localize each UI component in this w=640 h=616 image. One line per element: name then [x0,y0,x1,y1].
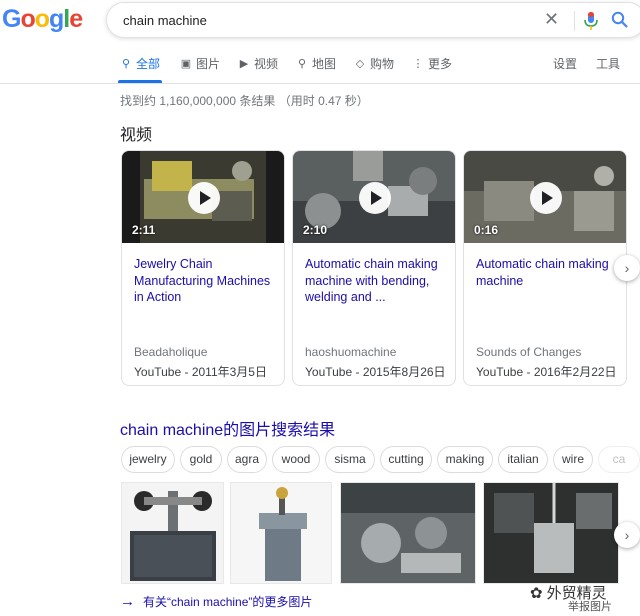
image-result[interactable] [340,482,476,584]
video-card[interactable]: 2:11 Jewelry Chain Manufacturing Machine… [121,150,285,386]
tab-label: 图片 [196,57,221,71]
chevron-right-icon[interactable]: › [614,522,640,548]
tab-videos[interactable]: ▶ 视频 [238,55,278,72]
microphone-icon[interactable] [583,11,599,31]
result-stats: 找到约 1,160,000,000 条结果 （用时 0.47 秒） [120,94,369,108]
image-filter-chip[interactable]: gold [180,446,222,473]
tag-icon: ◇ [355,58,365,70]
arrow-right-icon: → [120,593,135,610]
image-filter-chip[interactable]: agra [227,446,267,473]
videos-section-title: 视频 [120,127,153,144]
header: Google chain machine ✕ ⚲ 全部 ▣ 图片 ▶ 视频 ⚲ … [0,0,640,84]
wechat-icon: ✿ [530,584,543,602]
google-logo[interactable]: Google [2,5,83,34]
image-result[interactable] [483,482,619,584]
image-filter-chip[interactable]: sisma [325,446,375,473]
tab-more[interactable]: ⋮ 更多 [412,55,453,72]
play-icon [530,182,562,214]
video-meta: YouTube - 2016年2月22日 [476,365,617,379]
search-input[interactable]: chain machine [123,13,207,28]
video-title[interactable]: Automatic chain making machine [476,256,618,289]
image-filter-chip[interactable]: wire [553,446,593,473]
image-icon: ▣ [180,58,192,70]
video-meta: YouTube - 2011年3月5日 [134,365,267,379]
divider [574,11,575,31]
image-filter-chip[interactable]: cutting [380,446,432,473]
video-meta: YouTube - 2015年8月26日 [305,365,446,379]
video-title[interactable]: Automatic chain making machine with bend… [305,256,447,306]
report-image-link[interactable]: 举报图片 [568,598,612,614]
image-results-title[interactable]: chain machine的图片搜索结果 [120,416,335,440]
video-source: Beadaholique [134,345,208,359]
search-tabs: ⚲ 全部 ▣ 图片 ▶ 视频 ⚲ 地图 ◇ 购物 ⋮ 更多 设置 工具 [0,52,640,84]
search-box[interactable]: chain machine ✕ [106,2,640,38]
more-images-link[interactable]: → 有关“chain machine”的更多图片 [120,593,312,610]
tab-shopping[interactable]: ◇ 购物 [354,55,394,72]
tab-all[interactable]: ⚲ 全部 [120,55,160,72]
image-filter-chip[interactable]: making [437,446,493,473]
video-card[interactable]: 0:16 Automatic chain making machine Soun… [463,150,627,386]
close-icon[interactable]: ✕ [544,9,559,30]
play-icon [359,182,391,214]
image-filter-chip[interactable]: italian [498,446,548,473]
search-icon: ⚲ [121,58,131,70]
image-filter-chip[interactable]: jewelry [121,446,175,473]
active-tab-indicator [118,80,162,83]
video-thumbnail[interactable]: 2:11 [122,151,284,243]
tools-link[interactable]: 工具 [596,55,620,72]
video-duration: 2:11 [132,223,156,237]
tab-label: 视频 [254,57,279,71]
tab-images[interactable]: ▣ 图片 [180,55,220,72]
video-source: Sounds of Changes [476,345,582,359]
tab-label: 全部 [136,57,161,71]
video-duration: 2:10 [303,223,328,237]
tab-maps[interactable]: ⚲ 地图 [296,55,336,72]
tab-label: 购物 [370,57,395,71]
video-title[interactable]: Jewelry Chain Manufacturing Machines in … [134,256,276,306]
video-duration: 0:16 [474,223,499,237]
more-images-label: 有关“chain machine”的更多图片 [143,595,313,609]
image-result[interactable] [230,482,332,584]
image-result[interactable] [121,482,224,584]
video-card[interactable]: 2:10 Automatic chain making machine with… [292,150,456,386]
play-icon [188,182,220,214]
settings-label: 设置 [553,57,578,71]
tab-label: 地图 [312,57,337,71]
image-filter-chip[interactable]: ca [598,446,640,473]
image-filter-chip[interactable]: wood [272,446,320,473]
more-dots-icon: ⋮ [412,58,424,70]
chevron-right-icon[interactable]: › [614,255,640,281]
tools-label: 工具 [596,57,621,71]
video-icon: ▶ [239,58,249,70]
video-thumbnail[interactable]: 2:10 [293,151,455,243]
tab-label: 更多 [428,57,453,71]
video-thumbnail[interactable]: 0:16 [464,151,626,243]
search-icon[interactable] [611,11,629,29]
map-pin-icon: ⚲ [297,58,307,70]
video-source: haoshuomachine [305,345,397,359]
settings-link[interactable]: 设置 [553,55,577,72]
